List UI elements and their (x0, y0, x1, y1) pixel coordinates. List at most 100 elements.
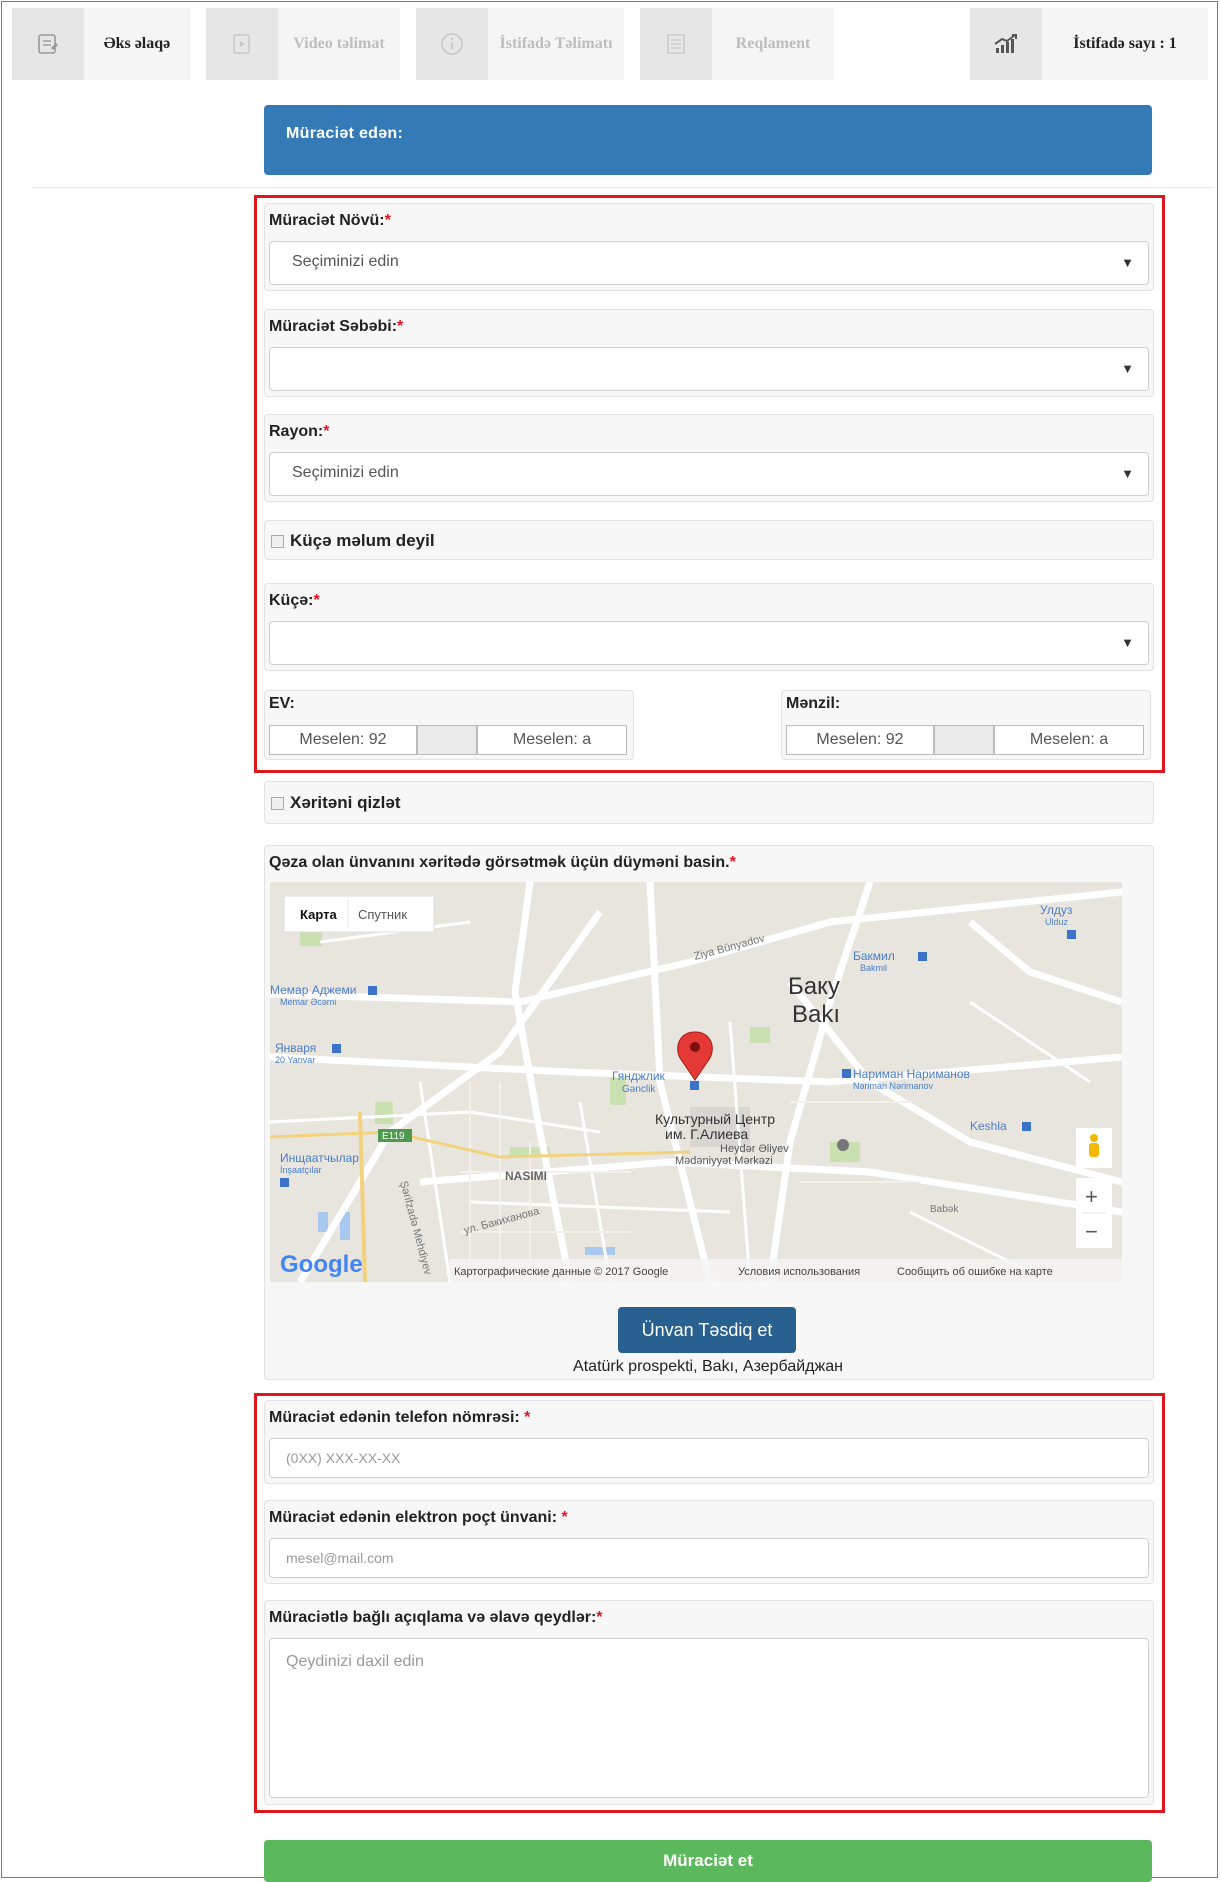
metro-icon (368, 986, 377, 995)
district-label: Rayon:* (269, 423, 330, 440)
poi-label: Heydər Əliyev (720, 1143, 789, 1155)
house-label: EV: (269, 695, 295, 712)
city-label: Баку (788, 973, 840, 1000)
metro-label: Ulduz (1045, 917, 1069, 927)
district-select[interactable]: Seçiminizi edin ▼ (269, 452, 1149, 496)
apartment-group: Mənzil: Meselen: 92 Meselen: a (781, 690, 1151, 760)
tab-label: Reqlament (712, 8, 834, 80)
hide-map-group: Xəritəni qizlət (264, 781, 1154, 824)
tab-label: Video təlimat (278, 8, 400, 80)
city-label-az: Bakı (792, 1001, 840, 1028)
tab-usage-count: İstifadə sayı : 1 (970, 8, 1208, 80)
water-area (318, 1212, 328, 1232)
street-group: Küçə:* ▼ (264, 583, 1154, 671)
notes-textarea[interactable]: Qeydinizi daxil edin (269, 1638, 1149, 1798)
tab-regulation[interactable]: Reqlament (640, 8, 834, 80)
metro-label: Keshla (970, 1119, 1007, 1133)
metro-icon (842, 1069, 851, 1078)
house-separator (417, 725, 477, 755)
tab-label: İstifadə Təlimatı (488, 8, 624, 80)
phone-input[interactable]: (0XX) XXX-XX-XX (269, 1438, 1149, 1478)
hide-map-checkbox[interactable]: Xəritəni qizlət (269, 793, 401, 813)
notes-label: Müraciətlə bağlı açıqlama və əlavə qeydl… (269, 1609, 603, 1626)
metro-icon (1022, 1122, 1031, 1131)
map-report-link[interactable]: Сообщить об ошибке на карте (897, 1266, 1053, 1278)
submit-button[interactable]: Müraciət et (264, 1840, 1152, 1882)
park-area (375, 1102, 393, 1124)
metro-icon (690, 1081, 699, 1090)
district-group: Rayon:* Seçiminizi edin ▼ (264, 414, 1154, 502)
apartment-number-input[interactable]: Meselen: 92 (786, 725, 934, 755)
email-label: Müraciət edənin elektron poçt ünvani: * (269, 1509, 568, 1526)
poi-icon (837, 1139, 849, 1151)
park-area (300, 932, 322, 946)
reason-group: Müraciət Səbəbi:* ▼ (264, 309, 1154, 397)
map-canvas: Баку Bakı Гянджлик Gənclik Нариман Нарим… (270, 882, 1122, 1282)
metro-label: Января (275, 1041, 316, 1055)
checkbox-icon[interactable] (271, 534, 284, 548)
map-type-satellite-button[interactable]: Спутник (358, 907, 407, 922)
usage-count-label: İstifadə sayı : 1 (1042, 8, 1208, 80)
street-unknown-group: Küçə məlum deyil (264, 520, 1154, 560)
apartment-label: Mənzil: (786, 695, 841, 712)
tab-label: Əks əlaqə (84, 8, 190, 80)
type-group: Müraciət Növü:* Seçiminizi edin ▼ (264, 203, 1154, 291)
reason-select[interactable]: ▼ (269, 347, 1149, 391)
street-unknown-checkbox[interactable]: Küçə məlum deyil (269, 531, 435, 551)
chevron-down-icon: ▼ (1121, 466, 1134, 481)
pegman-icon (1089, 1134, 1099, 1157)
tab-feedback[interactable]: Əks əlaqə (12, 8, 190, 80)
metro-label: Инщаатчылар (280, 1151, 359, 1165)
tab-video[interactable]: Video təlimat (206, 8, 400, 80)
map-type-map-button[interactable]: Карта (300, 907, 337, 922)
metro-icon (918, 952, 927, 961)
apartment-letter-input[interactable]: Meselen: a (994, 725, 1144, 755)
metro-label: Гянджлик (612, 1069, 666, 1083)
video-icon (206, 8, 278, 80)
reason-label: Müraciət Səbəbi:* (269, 318, 404, 335)
email-input[interactable]: mesel@mail.com (269, 1538, 1149, 1578)
metro-label: Бакмил (853, 949, 895, 963)
confirm-address-button[interactable]: Ünvan Təsdiq et (618, 1307, 796, 1353)
tab-instructions[interactable]: İstifadə Təlimatı (416, 8, 624, 80)
feedback-icon (12, 8, 84, 80)
metro-label: İnşaatçılar (280, 1165, 322, 1175)
chart-icon (970, 8, 1042, 80)
phone-label: Müraciət edənin telefon nömrəsi: * (269, 1409, 531, 1426)
notes-group: Müraciətlə bağlı açıqlama və əlavə qeydl… (264, 1600, 1154, 1805)
poi-label: Mədəniyyət Mərkəzi (675, 1155, 773, 1167)
document-icon (640, 8, 712, 80)
house-number-input[interactable]: Meselen: 92 (269, 725, 417, 755)
metro-label: 20 Yanvar (275, 1055, 315, 1065)
metro-label: Memar Əcəmi (280, 997, 336, 1007)
street-label: Küçə:* (269, 592, 320, 609)
metro-label: Gənclik (622, 1084, 656, 1095)
zoom-in-button[interactable]: + (1085, 1184, 1098, 1209)
divider (32, 187, 1213, 188)
type-label: Müraciət Növü:* (269, 212, 391, 229)
metro-label: Улдуз (1040, 903, 1073, 917)
metro-icon (1067, 930, 1076, 939)
park-area (750, 1027, 770, 1043)
chevron-down-icon: ▼ (1121, 635, 1134, 650)
map-terms-link[interactable]: Условия использования (738, 1266, 860, 1278)
map-prompt: Qəza olan ünvanını xəritədə görsətmək üç… (269, 854, 736, 871)
map[interactable]: Баку Bakı Гянджлик Gənclik Нариман Нарим… (270, 882, 1122, 1282)
house-letter-input[interactable]: Meselen: a (477, 725, 627, 755)
street-select[interactable]: ▼ (269, 621, 1149, 665)
type-select[interactable]: Seçiminizi edin ▼ (269, 241, 1149, 285)
metro-label: Мемар Аджеми (270, 983, 356, 997)
metro-icon (280, 1178, 289, 1187)
zoom-out-button[interactable]: − (1085, 1219, 1098, 1244)
checkbox-icon[interactable] (271, 796, 284, 810)
selected-address: Atatürk prospekti, Bakı, Азербайджан (573, 1358, 843, 1375)
poi-label: им. Г.Алиева (665, 1126, 748, 1142)
google-logo: Google (280, 1251, 363, 1278)
info-icon (416, 8, 488, 80)
water-area (585, 1247, 615, 1255)
metro-label: Bakmil (860, 963, 887, 973)
phone-group: Müraciət edənin telefon nömrəsi: * (0XX)… (264, 1400, 1154, 1484)
road-label: E119 (382, 1131, 405, 1142)
map-attribution: Картографические данные © 2017 Google (454, 1266, 668, 1278)
road-label: Babək (930, 1204, 959, 1215)
